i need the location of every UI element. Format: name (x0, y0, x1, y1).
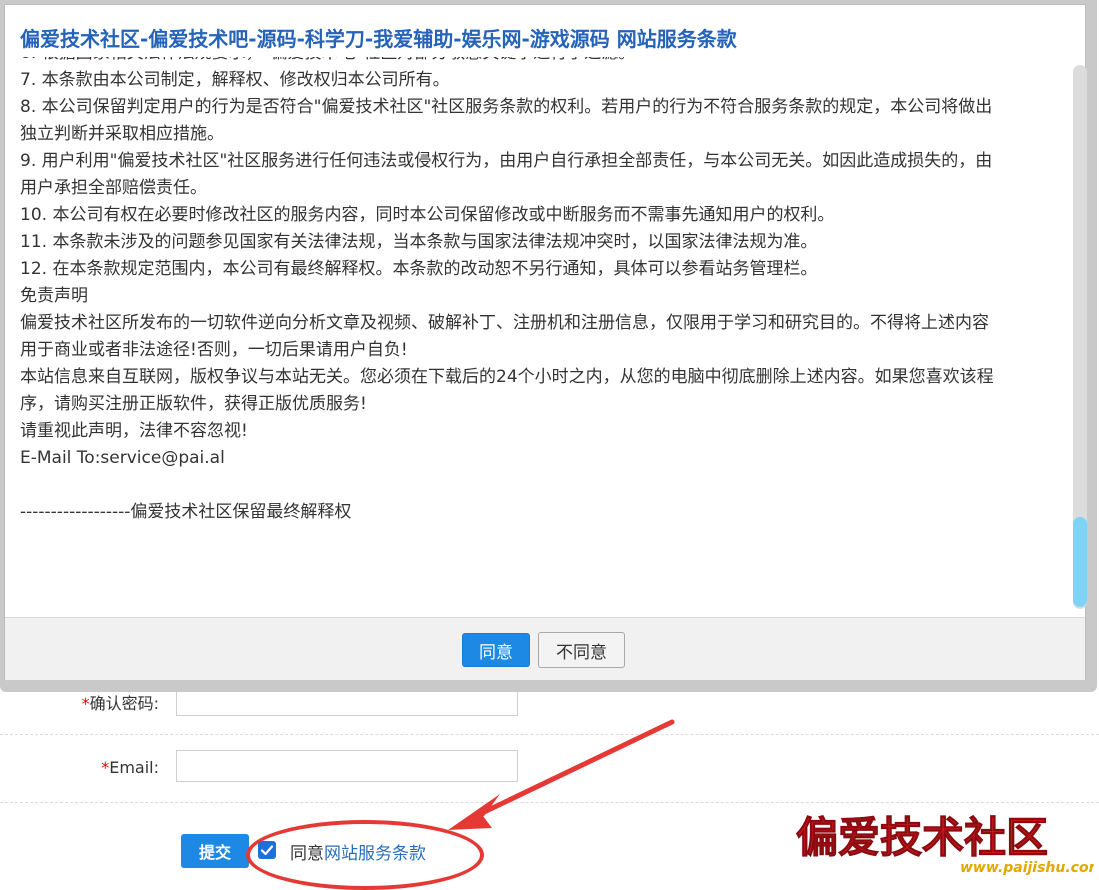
confirm-password-label: *确认密码: (82, 690, 159, 714)
red-arrow-icon (448, 719, 675, 830)
terms-content: 6. 根据国家相关法律法规要求，"偏爱技术吧"社区对部分敏感关键字进行了过滤。 … (20, 57, 1060, 617)
terms-line: 6. 根据国家相关法律法规要求，"偏爱技术吧"社区对部分敏感关键字进行了过滤。 (20, 57, 1060, 67)
terms-line: E-Mail To:service@pai.al (20, 448, 225, 468)
terms-line: 独立判断并采取相应措施。 (20, 124, 224, 144)
modal-footer: 同意 不同意 (5, 617, 1085, 680)
terms-line: 请重视此声明，法律不容忽视! (20, 421, 248, 441)
scrollbar-thumb[interactable] (1073, 517, 1087, 607)
terms-line: 11. 本条款未涉及的问题参见国家有关法律法规，当本条款与国家法律法规冲突时，以… (20, 232, 818, 252)
terms-line: 10. 本公司有权在必要时修改社区的服务内容，同时本公司保留修改或中断服务而不需… (20, 205, 835, 225)
terms-line: 免责声明 (20, 286, 88, 306)
terms-line (20, 472, 1060, 499)
terms-line: 7. 本条款由本公司制定，解释权、修改权归本公司所有。 (20, 70, 450, 90)
disagree-button[interactable]: 不同意 (538, 632, 625, 668)
terms-line: 9. 用户利用"偏爱技术社区"社区服务进行任何违法或侵权行为，由用户自行承担全部… (20, 151, 993, 171)
terms-line: 8. 本公司保留判定用户的行为是否符合"偏爱技术社区"社区服务条款的权利。若用户… (20, 97, 993, 117)
terms-line: 用于商业或者非法途径!否则，一切后果请用户自负! (20, 340, 408, 360)
svg-text:偏爱技术社区: 偏爱技术社区 (796, 813, 1048, 862)
email-label: *Email: (101, 758, 159, 777)
terms-line: 序，请购买注册正版软件，获得正版优质服务! (20, 394, 367, 414)
terms-line: 本站信息来自互联网，版权争议与本站无关。您必须在下载后的24个小时之内，从您的电… (20, 367, 994, 387)
submit-button[interactable]: 提交 (181, 834, 249, 868)
terms-line: 偏爱技术社区所发布的一切软件逆向分析文章及视频、破解补丁、注册机和注册信息，仅限… (20, 313, 989, 333)
terms-line: 12. 在本条款规定范围内，本公司有最终解释权。本条款的改动恕不另行通知，具体可… (20, 259, 818, 279)
agree-button[interactable]: 同意 (462, 633, 530, 667)
terms-line: ------------------偏爱技术社区保留最终解释权 (20, 502, 352, 522)
required-mark: * (81, 694, 90, 713)
modal-title: 偏爱技术社区-偏爱技术吧-源码-科学刀-我爱辅助-娱乐网-游戏源码 网站服务条款 (20, 27, 737, 51)
confirm-password-label-text: 确认密码: (89, 694, 159, 713)
email-label-text: Email: (109, 758, 159, 777)
terms-line: 用户承担全部赔偿责任。 (20, 178, 207, 198)
terms-modal: 偏爱技术社区-偏爱技术吧-源码-科学刀-我爱辅助-娱乐网-游戏源码 网站服务条款… (4, 4, 1087, 680)
svg-text:www.paijishu.com: www.paijishu.com (960, 860, 1094, 876)
site-logo: 偏爱技术社区 www.paijishu.com (792, 800, 1099, 880)
